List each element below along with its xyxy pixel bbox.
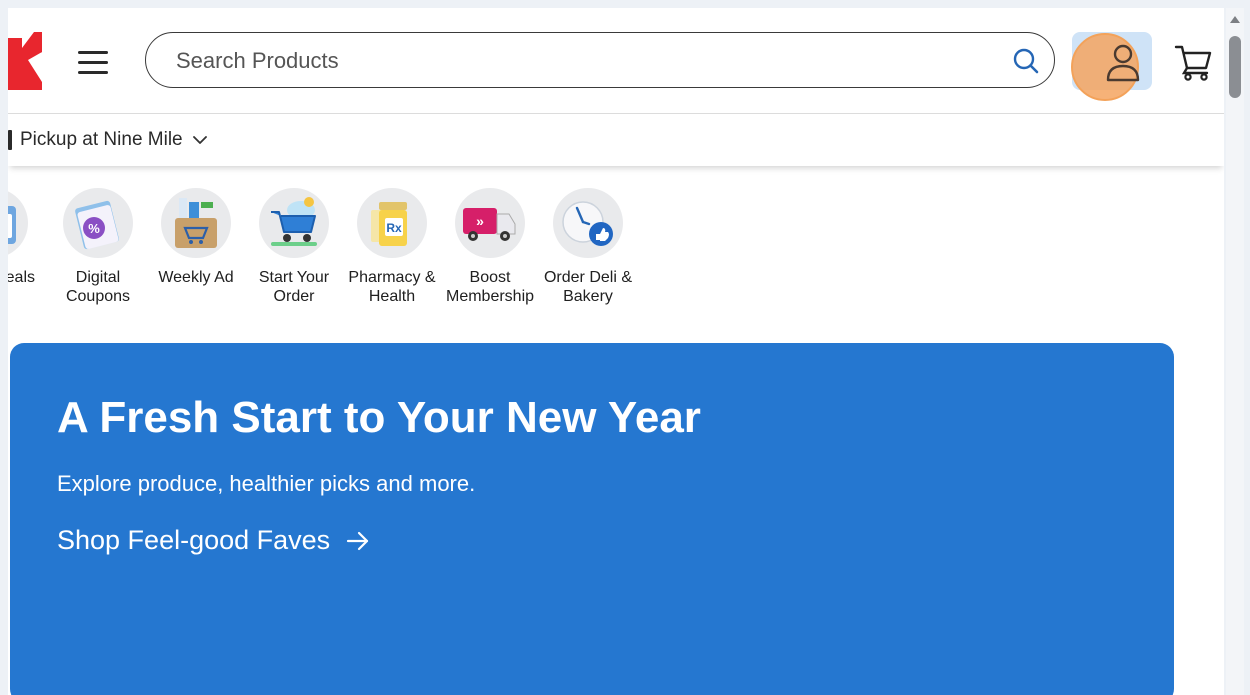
coupon-icon: % <box>63 188 133 258</box>
deals-icon <box>8 188 28 258</box>
pickup-label: Pickup at Nine Mile <box>20 129 183 150</box>
shopping-cart-icon <box>259 188 329 258</box>
svg-text:»: » <box>476 213 484 229</box>
chevron-down-icon <box>192 136 207 144</box>
arrow-right-icon <box>347 531 369 550</box>
search-icon[interactable] <box>1012 47 1040 75</box>
hero-title: A Fresh Start to Your New Year <box>57 393 701 442</box>
svg-text:%: % <box>88 221 100 236</box>
scrollbar-thumb[interactable] <box>1229 36 1241 98</box>
site-header <box>8 8 1224 113</box>
pickup-bar: Pickup at Nine Mile <box>8 114 1224 166</box>
hero-cta-label: Shop Feel-good Faves <box>57 525 331 555</box>
location-pin-icon <box>8 130 12 150</box>
cart-icon[interactable] <box>1173 43 1213 81</box>
boost-truck-icon: » <box>455 188 525 258</box>
scroll-up-icon[interactable] <box>1229 14 1241 24</box>
search-bar <box>145 32 1055 88</box>
user-icon[interactable] <box>1103 42 1143 84</box>
deli-clock-icon <box>553 188 623 258</box>
menu-icon[interactable] <box>74 46 112 78</box>
weekly-ad-icon <box>161 188 231 258</box>
page-scrollbar[interactable] <box>1226 8 1244 695</box>
hero-banner: A Fresh Start to Your New Year Explore p… <box>10 343 1174 695</box>
hero-subtitle: Explore produce, healthier picks and mor… <box>57 471 476 496</box>
pharmacy-icon: Rx <box>357 188 427 258</box>
kroger-logo[interactable] <box>8 30 42 90</box>
page: Pickup at Nine Mile eals <box>8 8 1224 695</box>
quick-links: eals % Digital Coupons Weekly Ad Start Y… <box>8 188 1224 318</box>
pickup-location-selector[interactable]: Pickup at Nine Mile <box>8 128 207 152</box>
svg-text:Rx: Rx <box>386 221 402 235</box>
hero-cta-link[interactable]: Shop Feel-good Faves <box>57 525 370 556</box>
search-input[interactable] <box>174 43 998 79</box>
